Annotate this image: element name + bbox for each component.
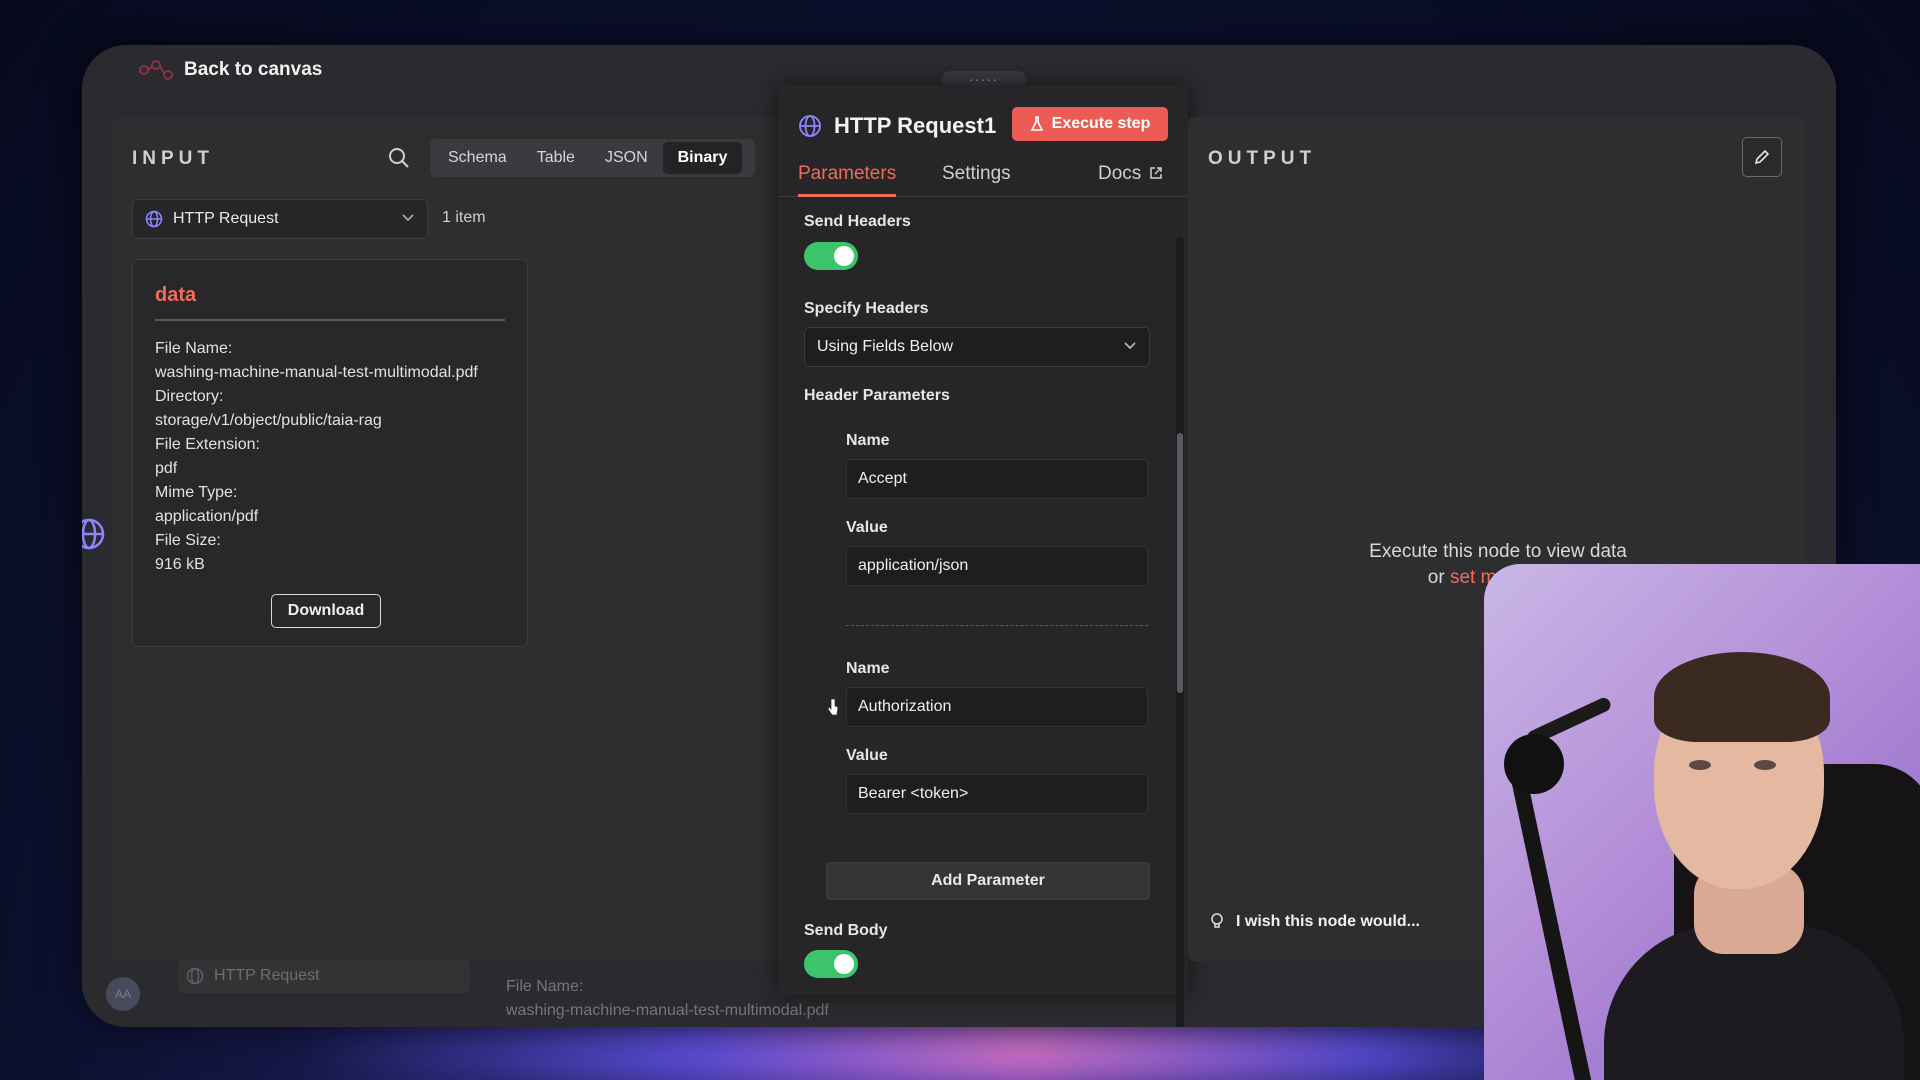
webcam-person-eye-left [1689, 760, 1711, 770]
send-headers-label: Send Headers [804, 213, 911, 230]
directory-value: storage/v1/object/public/taia-rag [155, 412, 382, 429]
file-extension-label: File Extension: [155, 436, 260, 453]
mime-type-label: Mime Type: [155, 484, 238, 501]
canvas-node-label: HTTP Request [214, 967, 320, 984]
directory-label: Directory: [155, 388, 224, 405]
file-extension-value: pdf [155, 460, 178, 477]
binary-property-name: data [155, 284, 505, 321]
external-link-icon [1150, 167, 1163, 179]
flask-icon [1030, 116, 1043, 131]
n8n-logo-icon [138, 59, 174, 81]
header-2-value-input[interactable]: Bearer <token> [846, 774, 1148, 814]
parameters-body: Send Headers Specify Headers Using Field… [778, 197, 1174, 995]
input-node-select-value: HTTP Request [173, 210, 279, 227]
tab-docs[interactable]: Docs [1098, 157, 1163, 197]
execute-step-button[interactable]: Execute step [1012, 107, 1168, 141]
search-icon[interactable] [388, 147, 410, 169]
lightbulb-icon [1211, 913, 1223, 928]
parameters-scroll-thumb[interactable] [1177, 433, 1183, 693]
background-glow [300, 1020, 1620, 1080]
header-1-name-label: Name [846, 432, 890, 449]
execute-step-label: Execute step [1051, 115, 1151, 132]
tab-settings[interactable]: Settings [942, 157, 1011, 197]
header-2-name-label: Name [846, 660, 890, 677]
tab-schema[interactable]: Schema [433, 142, 522, 174]
parameters-panel: HTTP Request1 Execute step Parameters Se… [778, 85, 1188, 1027]
canvas-node-http-request[interactable]: HTTP Request [178, 959, 470, 993]
header-2-value-label: Value [846, 747, 888, 764]
feedback-prompt-text: I wish this node would... [1236, 913, 1420, 930]
parameters-scrollbar[interactable] [1176, 237, 1184, 1027]
chevron-down-icon [1123, 338, 1137, 357]
file-name-value: washing-machine-manual-test-multimodal.p… [155, 364, 478, 381]
file-size-label: File Size: [155, 532, 221, 549]
output-panel-label: OUTPUT [1208, 148, 1317, 169]
chevron-down-icon [401, 210, 415, 229]
side-globe-icon [82, 518, 105, 550]
webcam-person-hair [1654, 652, 1830, 742]
header-parameters-label: Header Parameters [804, 387, 950, 404]
specify-headers-label: Specify Headers [804, 300, 929, 317]
back-to-canvas-label: Back to canvas [184, 59, 323, 80]
file-size-value: 916 kB [155, 556, 205, 573]
header-divider [846, 625, 1148, 626]
output-empty-line1: Execute this node to view data [1369, 541, 1627, 562]
specify-headers-select[interactable]: Using Fields Below [804, 327, 1150, 367]
file-name-label: File Name: [155, 340, 233, 357]
webcam-person-eye-right [1754, 760, 1776, 770]
mime-type-value: application/pdf [155, 508, 259, 525]
input-panel-label: INPUT [132, 148, 214, 169]
pencil-icon [1754, 149, 1770, 165]
tab-docs-label: Docs [1098, 163, 1142, 184]
globe-icon [145, 210, 163, 228]
send-body-label: Send Body [804, 922, 888, 939]
node-header: HTTP Request1 [798, 113, 996, 139]
webcam-microphone [1504, 734, 1564, 794]
output-empty-prefix: or [1427, 567, 1445, 588]
header-1-value-label: Value [846, 519, 888, 536]
add-parameter-button[interactable]: Add Parameter [826, 862, 1150, 900]
tab-json[interactable]: JSON [590, 142, 663, 174]
tab-binary[interactable]: Binary [662, 142, 743, 174]
globe-icon [799, 115, 821, 137]
globe-icon [186, 967, 204, 985]
download-button[interactable]: Download [271, 594, 381, 628]
parameter-tabs: Parameters Settings Docs [778, 157, 1188, 197]
binary-data-card: data File Name: washing-machine-manual-t… [132, 259, 528, 647]
send-headers-toggle[interactable] [804, 242, 858, 270]
header-1-value-input[interactable]: application/json [846, 546, 1148, 586]
item-count: 1 item [442, 209, 486, 226]
input-node-select[interactable]: HTTP Request [132, 199, 428, 239]
send-body-toggle[interactable] [804, 950, 858, 978]
tab-parameters[interactable]: Parameters [798, 157, 897, 197]
input-panel: INPUT Schema Table JSON Binary HTTP Requ… [112, 117, 802, 961]
header-2-name-input[interactable]: Authorization [846, 687, 1148, 727]
header-1-name-input[interactable]: Accept [846, 459, 1148, 499]
webcam-mic-stand [1510, 775, 1594, 1080]
tab-table[interactable]: Table [522, 142, 590, 174]
edit-output-button[interactable] [1742, 137, 1782, 177]
node-title[interactable]: HTTP Request1 [834, 113, 996, 139]
specify-headers-value: Using Fields Below [817, 338, 954, 355]
feedback-prompt[interactable]: I wish this node would... [1210, 913, 1420, 931]
webcam-overlay [1484, 564, 1920, 1080]
background-file-name: washing-machine-manual-test-multimodal.p… [506, 1002, 829, 1019]
view-mode-tabs: Schema Table JSON Binary [430, 139, 755, 177]
mouse-cursor-icon [827, 698, 839, 716]
back-to-canvas-button[interactable]: Back to canvas [138, 59, 322, 81]
file-metadata: File Name: washing-machine-manual-test-m… [155, 337, 505, 577]
avatar[interactable]: AA [106, 977, 140, 1011]
